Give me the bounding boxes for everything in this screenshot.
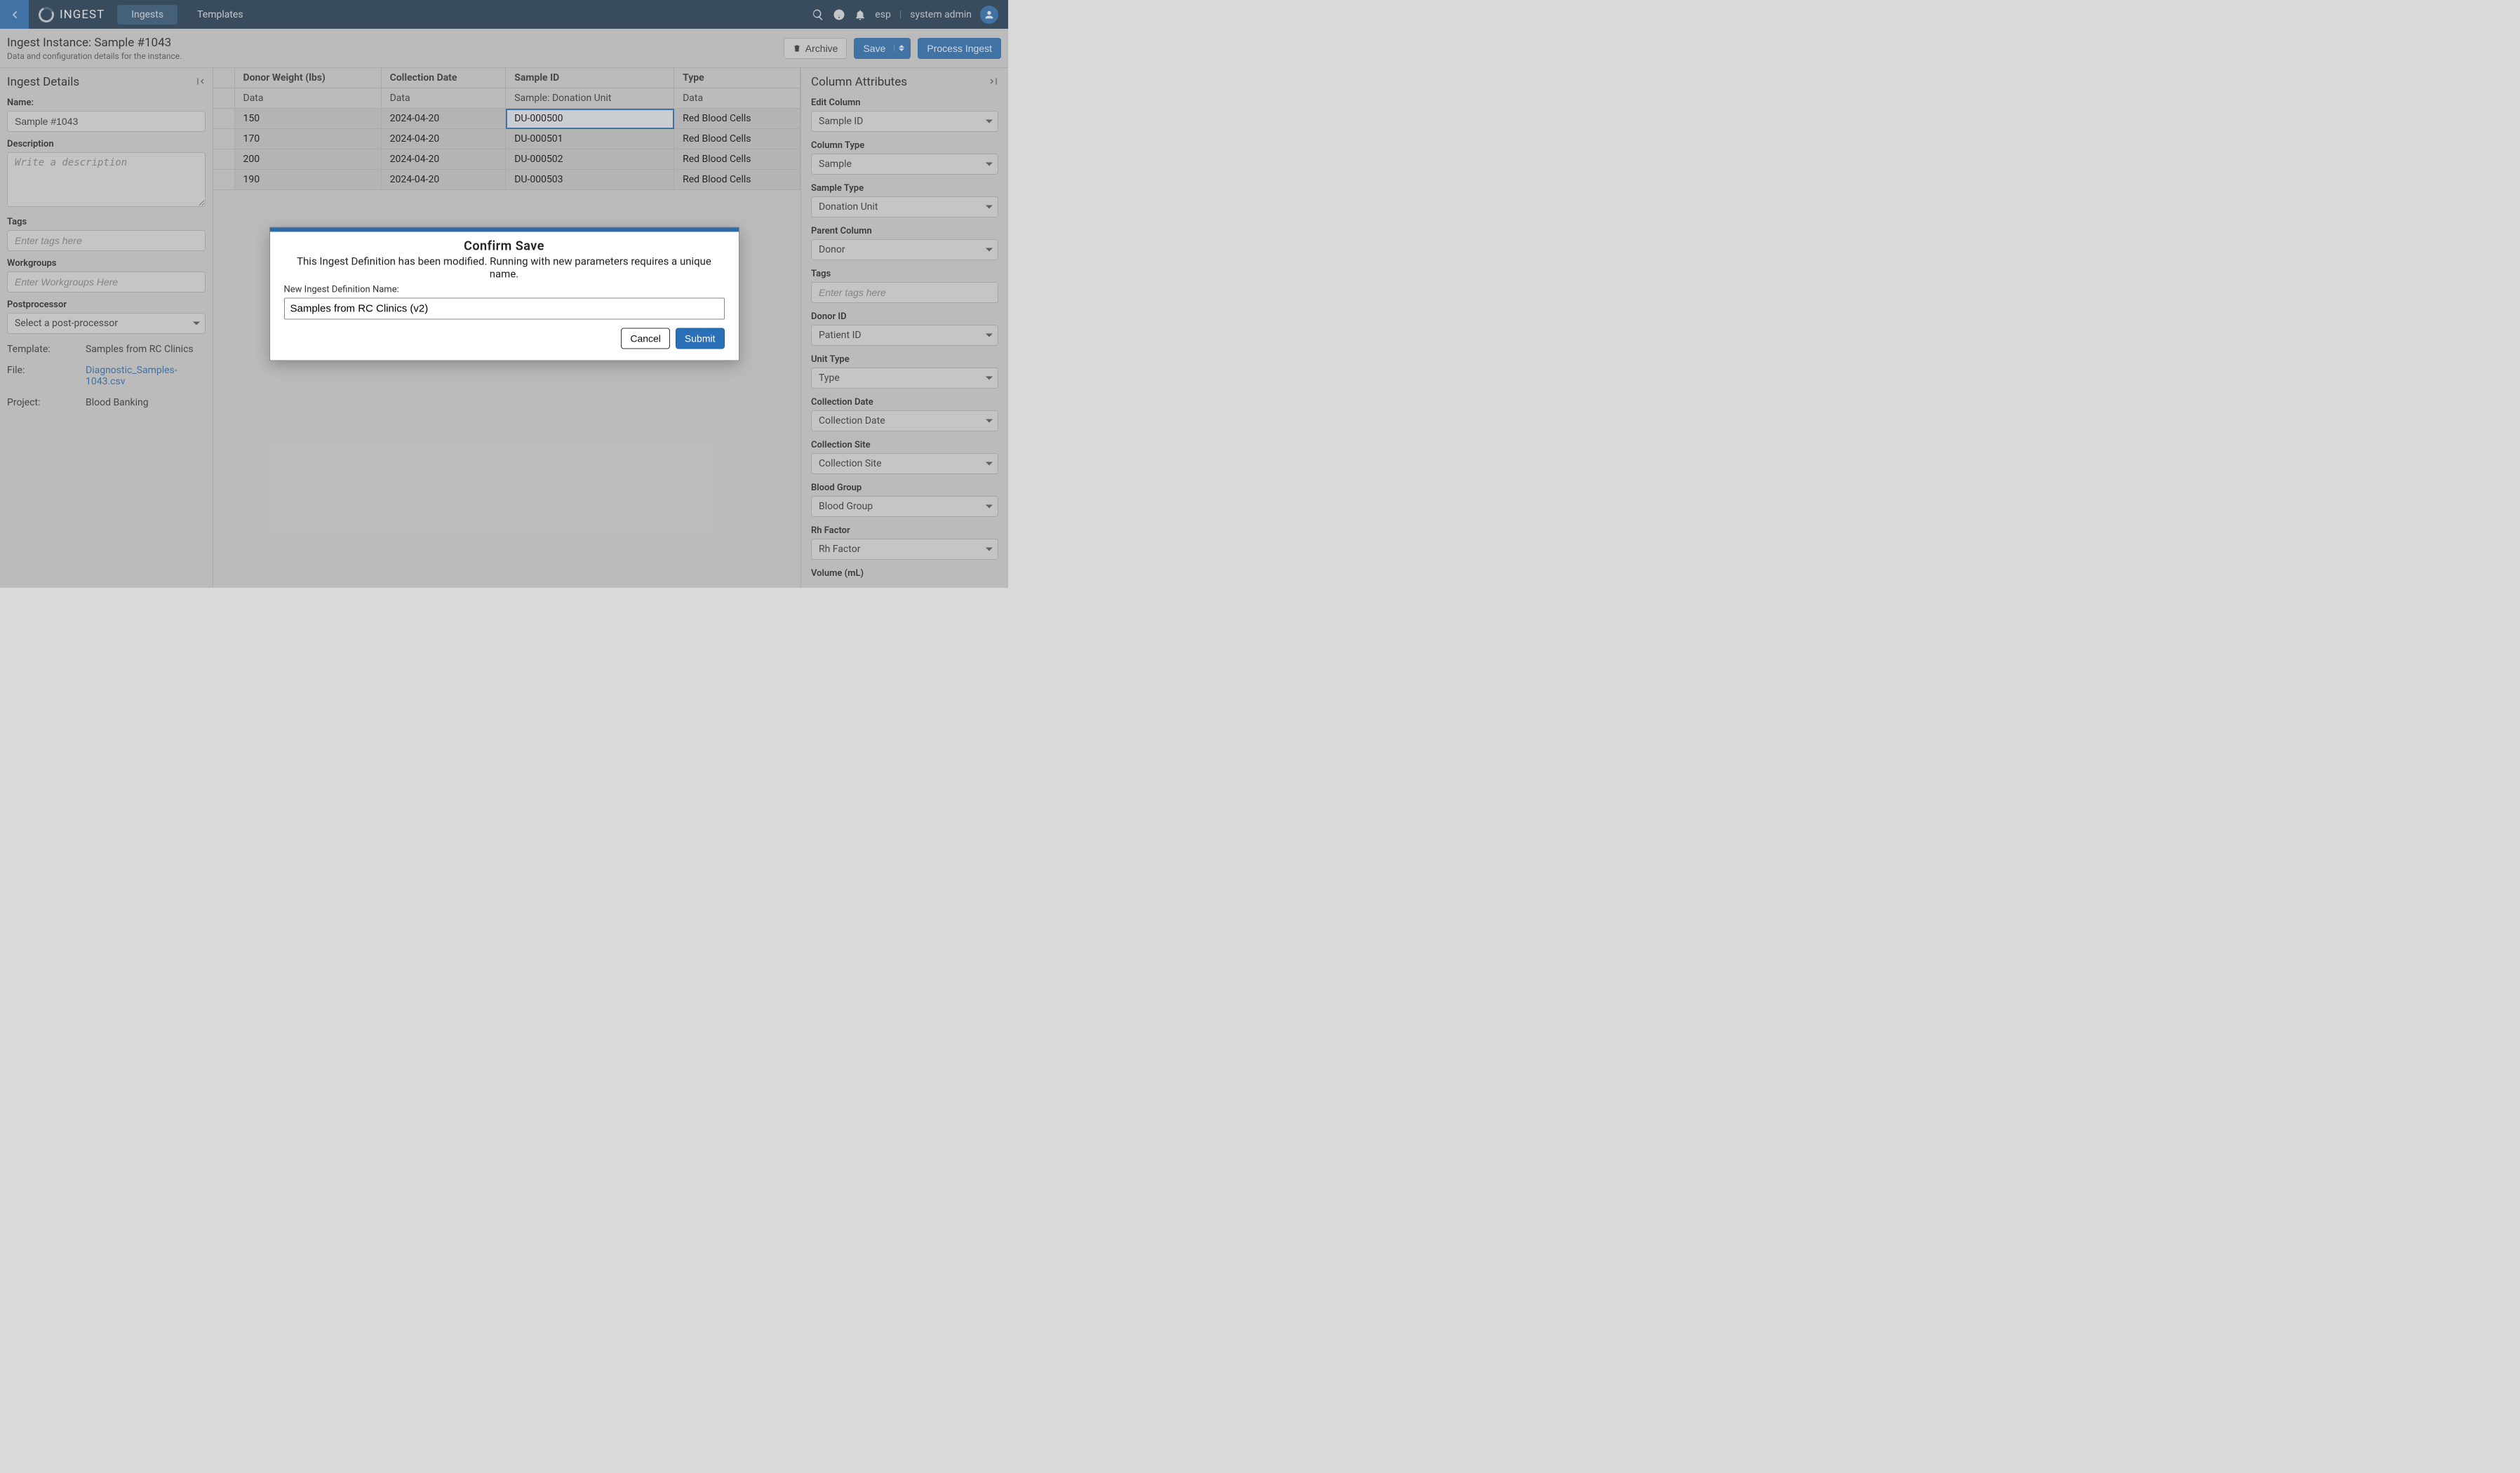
modal-input-label: New Ingest Definition Name:	[284, 285, 725, 295]
modal-message: This Ingest Definition has been modified…	[284, 255, 725, 281]
modal-name-input[interactable]	[284, 298, 725, 320]
cancel-button[interactable]: Cancel	[621, 328, 670, 349]
modal-title: Confirm Save	[284, 239, 725, 254]
submit-button[interactable]: Submit	[676, 328, 725, 349]
confirm-save-modal: Confirm Save This Ingest Definition has …	[269, 227, 739, 361]
